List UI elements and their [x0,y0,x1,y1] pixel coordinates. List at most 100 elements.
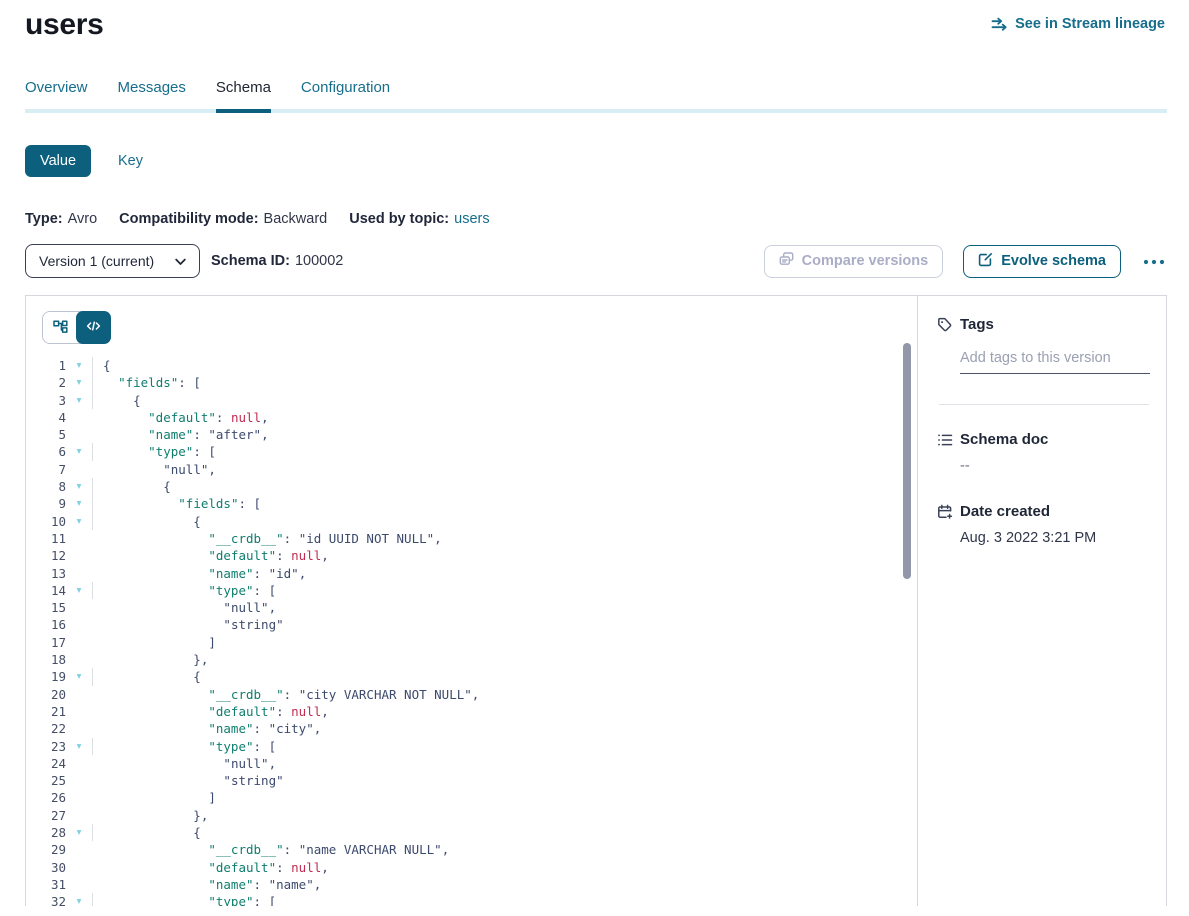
code-line: 13 "name": "id", [26,565,917,582]
line-number: 20 [26,686,66,703]
triangle-down-icon[interactable]: ▾ [66,478,93,495]
line-number: 29 [26,841,66,858]
line-number: 32 [26,893,66,906]
line-number: 2 [26,374,66,391]
tabs: Overview Messages Schema Configuration [25,79,1167,113]
line-number: 15 [26,599,66,616]
topic-link[interactable]: users [454,211,489,227]
date-created-section: Date created Aug. 3 2022 3:21 PM [937,503,1149,546]
tags-title: Tags [960,316,994,333]
code-line: 3▾ { [26,392,917,409]
code-line: 26 ] [26,789,917,806]
line-number: 25 [26,772,66,789]
code-text: ] [93,634,216,651]
line-number: 23 [26,738,66,755]
code-line: 19▾ { [26,668,917,685]
stream-lineage-icon [991,17,1008,31]
line-number: 17 [26,634,66,651]
code-line: 16 "string" [26,616,917,633]
triangle-down-icon[interactable]: ▾ [66,443,93,460]
tag-icon [937,317,953,333]
code-scrollbar[interactable] [903,343,911,579]
line-number: 28 [26,824,66,841]
evolve-schema-button[interactable]: Evolve schema [963,245,1121,278]
line-number: 22 [26,720,66,737]
version-actions: Compare versions Evolve schema [764,245,1167,278]
tab-messages[interactable]: Messages [118,79,186,109]
date-created-value: Aug. 3 2022 3:21 PM [960,530,1149,546]
compare-versions-button[interactable]: Compare versions [764,245,944,278]
key-tab-link[interactable]: Key [118,153,143,169]
code-text: { [93,357,111,374]
line-number: 11 [26,530,66,547]
tab-overview[interactable]: Overview [25,79,88,109]
code-line: 4 "default": null, [26,409,917,426]
triangle-down-icon[interactable]: ▾ [66,374,93,391]
triangle-down-icon[interactable]: ▾ [66,582,93,599]
code-text: "default": null, [93,703,329,720]
tags-section-header: Tags [937,316,1149,333]
value-tab-button[interactable]: Value [25,145,91,177]
tree-view-button[interactable] [43,312,77,343]
add-tags-input[interactable] [960,348,1150,374]
code-line: 32▾ "type": [ [26,893,917,906]
line-number: 3 [26,392,66,409]
code-view-button[interactable] [76,311,111,344]
code-text: "default": null, [93,547,329,564]
code-line: 8▾ { [26,478,917,495]
triangle-down-icon[interactable]: ▾ [66,738,93,755]
code-line: 22 "name": "city", [26,720,917,737]
schema-code-area: 1▾{2▾ "fields": [3▾ {4 "default": null,5… [26,296,917,906]
triangle-down-icon[interactable]: ▾ [66,893,93,906]
line-number: 14 [26,582,66,599]
code-line: 2▾ "fields": [ [26,374,917,391]
more-options-button[interactable] [1141,248,1167,274]
line-number: 6 [26,443,66,460]
code-line: 15 "null", [26,599,917,616]
code-line: 9▾ "fields": [ [26,495,917,512]
triangle-down-icon[interactable]: ▾ [66,513,93,530]
line-number: 4 [26,409,66,426]
code-line: 10▾ { [26,513,917,530]
tab-configuration[interactable]: Configuration [301,79,390,109]
triangle-down-icon[interactable]: ▾ [66,392,93,409]
compare-versions-icon [779,252,794,270]
line-number: 13 [26,565,66,582]
triangle-down-icon[interactable]: ▾ [66,668,93,685]
tab-schema[interactable]: Schema [216,79,271,109]
code-text: }, [93,651,208,668]
schema-sidebar: Tags Schema doc -- [917,296,1166,906]
code-line: 14▾ "type": [ [26,582,917,599]
schema-id-value: 100002 [295,253,343,269]
triangle-down-icon[interactable]: ▾ [66,495,93,512]
line-number: 19 [26,668,66,685]
code-line: 25 "string" [26,772,917,789]
code-line: 11 "__crdb__": "id UUID NOT NULL", [26,530,917,547]
code-line: 28▾ { [26,824,917,841]
line-number: 7 [26,461,66,478]
sidebar-divider [939,404,1149,405]
schema-doc-value: -- [960,458,1149,474]
code-text: "type": [ [93,893,276,906]
code-text: "default": null, [93,859,329,876]
line-number: 21 [26,703,66,720]
triangle-down-icon[interactable]: ▾ [66,824,93,841]
line-number: 16 [26,616,66,633]
stream-lineage-link[interactable]: See in Stream lineage [991,16,1165,32]
tree-view-icon [53,319,68,337]
date-created-header: Date created [937,503,1149,520]
code-text: { [93,478,171,495]
code-line: 7 "null", [26,461,917,478]
schema-doc-section: Schema doc -- [937,431,1149,474]
code-text: "type": [ [93,443,216,460]
schema-meta: Type:Avro Compatibility mode:Backward Us… [25,211,1167,227]
code-line: 24 "null", [26,755,917,772]
code-line: 29 "__crdb__": "name VARCHAR NULL", [26,841,917,858]
schema-id-label: Schema ID: [211,253,290,269]
schema-panel: 1▾{2▾ "fields": [3▾ {4 "default": null,5… [25,295,1167,906]
version-select[interactable]: Version 1 (current) [25,244,200,278]
code-text: "default": null, [93,409,269,426]
line-number: 30 [26,859,66,876]
edit-icon [978,252,993,271]
triangle-down-icon[interactable]: ▾ [66,357,93,374]
